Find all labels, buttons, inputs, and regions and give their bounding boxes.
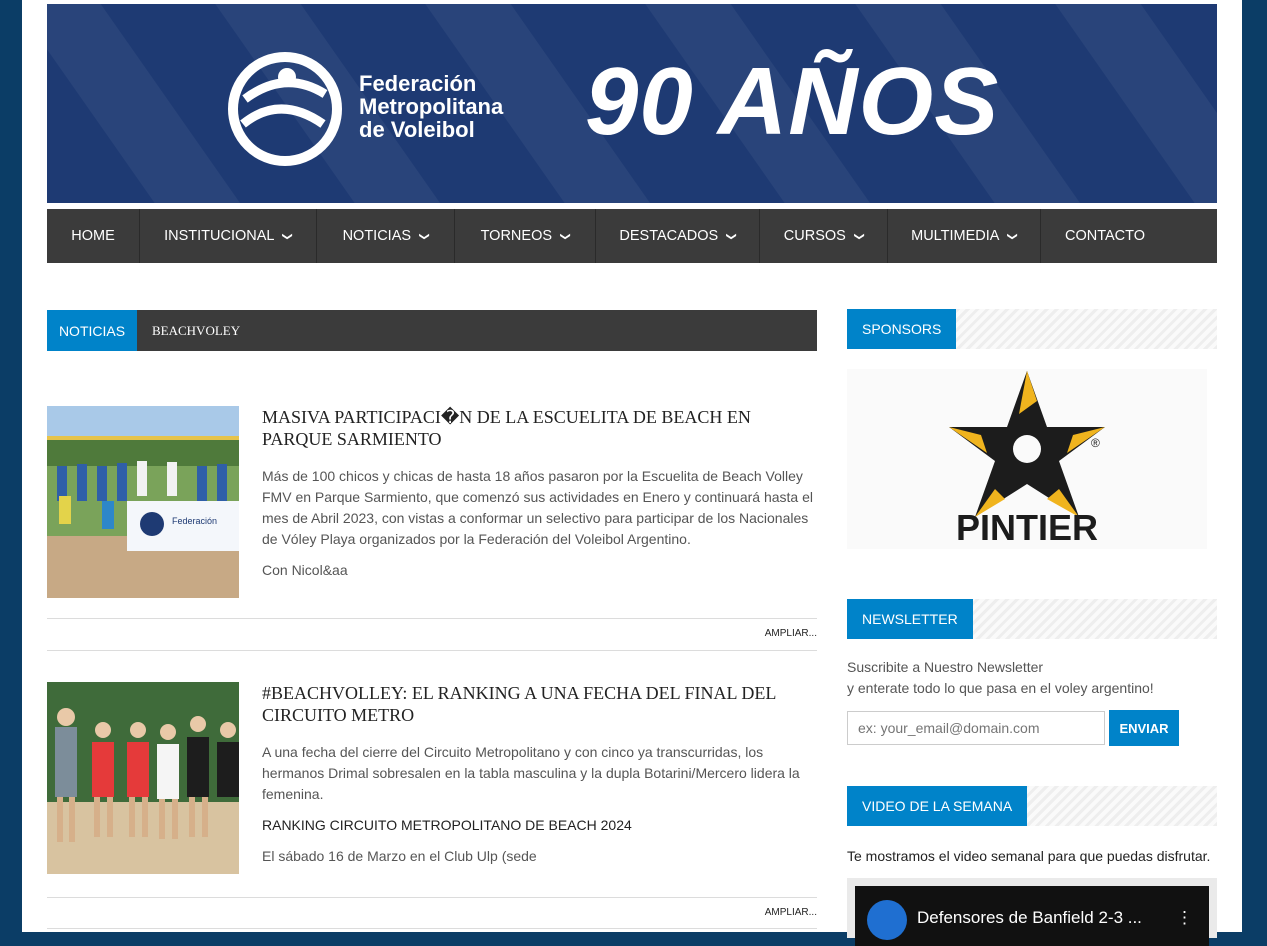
category-subtitle: BEACHVOLEY [152,323,241,338]
article-thumbnail[interactable] [47,682,239,874]
channel-avatar[interactable] [867,900,907,940]
video-title[interactable]: Defensores de Banfield 2-3 ... [917,908,1142,928]
header-banner[interactable]: Federación Metropolitana de Voleibol 90 … [47,4,1217,203]
article-title[interactable]: #BEACHVOLLEY: EL RANKING A UNA FECHA DEL… [262,682,807,726]
main-nav: HOME INSTITUCIONAL ❯ NOTICIAS ❯ TORNEOS ❯ D… [47,209,1217,263]
newsletter-description: Suscribite a Nuestro Newsletter y entera… [847,659,1154,696]
category-tab[interactable]: NOTICIAS [47,310,137,351]
nav-contacto[interactable]: CONTACTO [1041,209,1169,263]
video-header: VIDEO DE LA SEMANA [847,786,1217,826]
article-excerpt: Más de 100 chicos y chicas de hasta 18 a… [262,468,813,547]
chevron-down-icon: ❯ [559,231,571,241]
email-field[interactable] [847,711,1105,745]
anniversary-title: 90 AÑOS [585,48,1000,155]
article-extra: El sábado 16 de Marzo en el Club Ulp (se… [262,848,537,864]
sponsors-header: SPONSORS [847,309,1217,349]
nav-cursos[interactable]: CURSOS ❯ [760,209,888,263]
article-excerpt: A una fecha del cierre del Circuito Metr… [262,744,800,802]
video-description: Te mostramos el video semanal para que p… [847,848,1211,864]
nav-noticias[interactable]: NOTICIAS ❯ [317,209,455,263]
page: Federación Metropolitana de Voleibol 90 … [22,0,1242,946]
org-name: Federación Metropolitana de Voleibol [359,71,504,142]
nav-institucional[interactable]: INSTITUCIONAL ❯ [140,209,317,263]
nav-destacados[interactable]: DESTACADOS ❯ [596,209,760,263]
article-item: Federación MASIVA PARTICIPACI�N DE LA ES… [47,406,817,651]
read-more-link[interactable]: AMPLIAR... [765,628,817,639]
sponsor-logo[interactable]: ® PINTIER [847,369,1207,549]
chevron-down-icon: ❯ [725,231,737,241]
video-player[interactable]: Defensores de Banfield 2-3 ... ⋮ [847,878,1217,946]
newsletter-header: NEWSLETTER [847,599,1217,639]
article-title[interactable]: MASIVA PARTICIPACI�N DE LA ESCUELITA DE … [262,406,807,450]
fmv-logo-icon [228,52,342,166]
sponsors-widget: SPONSORS ® PINTIER [847,309,1217,549]
send-button[interactable]: ENVIAR [1109,710,1179,746]
more-options-icon[interactable]: ⋮ [1176,908,1193,928]
article-thumbnail[interactable]: Federación [47,406,239,598]
nav-home[interactable]: HOME [47,209,140,263]
svg-text:®: ® [1091,436,1100,450]
chevron-down-icon: ❯ [853,231,865,241]
article-extra: Con Nicol&aa [262,562,348,578]
video-widget: VIDEO DE LA SEMANA Te mostramos el video… [847,786,1217,946]
newsletter-widget: NEWSLETTER Suscribite a Nuestro Newslett… [847,599,1217,749]
article-subhead: RANKING CIRCUITO METROPOLITANO DE BEACH … [262,817,632,833]
svg-text:Federación: Federación [172,516,217,526]
nav-torneos[interactable]: TORNEOS ❯ [455,209,596,263]
article-item: #BEACHVOLLEY: EL RANKING A UNA FECHA DEL… [47,682,817,932]
chevron-down-icon: ❯ [282,231,294,241]
category-header: NOTICIAS BEACHVOLEY [47,310,817,351]
chevron-down-icon: ❯ [1007,231,1019,241]
nav-multimedia[interactable]: MULTIMEDIA ❯ [888,209,1041,263]
chevron-down-icon: ❯ [418,231,430,241]
read-more-link[interactable]: AMPLIAR... [765,907,817,918]
